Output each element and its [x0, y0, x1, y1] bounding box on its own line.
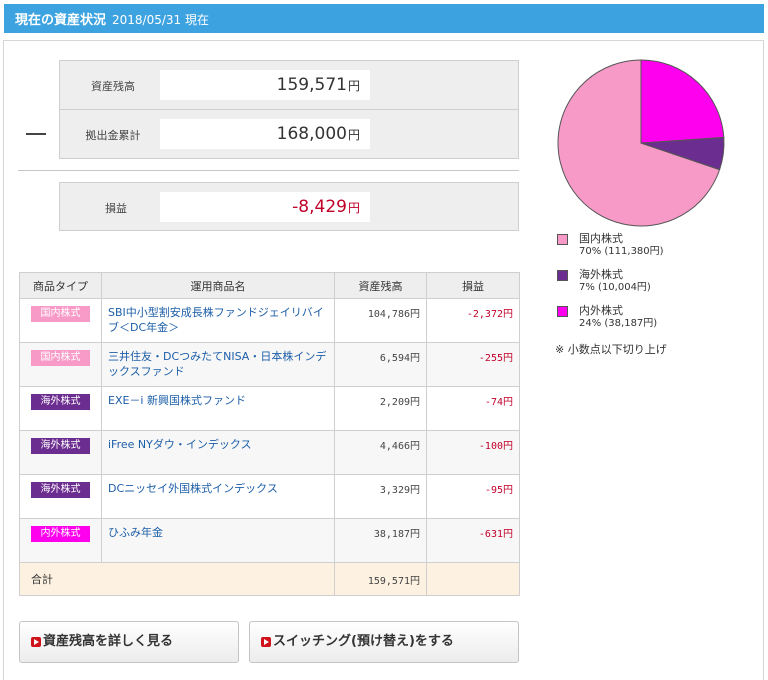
contribution-label: 拠出金累計 — [85, 129, 141, 142]
total-label: 合計 — [19, 562, 335, 596]
minus-sign — [26, 133, 46, 135]
table-row: 海外株式 EXE－i 新興国株式ファンド 2,209円 -74円 — [19, 386, 520, 431]
pl-cell: -631円 — [426, 518, 520, 563]
legend-label: 海外株式 — [579, 268, 623, 281]
col-header-pl: 損益 — [426, 272, 520, 299]
asset-balance-value: 159,571円 — [160, 70, 370, 100]
fund-link[interactable]: DCニッセイ外国株式インデックス — [108, 482, 278, 495]
pl-cell: -255円 — [426, 342, 520, 387]
table-row: 海外株式 iFree NYダウ・インデックス 4,466円 -100円 — [19, 430, 520, 475]
view-asset-details-button[interactable]: 資産残高を詳しく見る — [19, 621, 239, 663]
balance-cell: 38,187円 — [334, 518, 427, 563]
balance-cell: 6,594円 — [334, 342, 427, 387]
table-row: 国内株式 三井住友・DCつみたてNISA・日本株インデックスファンド 6,594… — [19, 342, 520, 387]
type-cell: 国内株式 — [19, 342, 102, 387]
type-badge: 海外株式 — [31, 482, 90, 498]
table-row: 内外株式 ひふみ年金 38,187円 -631円 — [19, 518, 520, 563]
play-arrow-icon — [261, 637, 271, 647]
table-header-row: 商品タイプ 運用商品名 資産残高 損益 — [19, 272, 520, 299]
table-row: 海外株式 DCニッセイ外国株式インデックス 3,329円 -95円 — [19, 474, 520, 519]
fund-link[interactable]: SBI中小型割安成長株ファンドジェイリバイブ＜DC年金＞ — [108, 306, 324, 334]
type-cell: 内外株式 — [19, 518, 102, 563]
section-header: 現在の資産状況 2018/05/31 現在 — [4, 4, 764, 33]
pl-label: 損益 — [105, 202, 127, 215]
fund-link[interactable]: 三井住友・DCつみたてNISA・日本株インデックスファンド — [108, 350, 326, 378]
legend-detail: 7% (10,004円) — [579, 282, 651, 293]
legend-swatch — [557, 270, 568, 281]
total-balance: 159,571円 — [334, 562, 427, 596]
name-cell: DCニッセイ外国株式インデックス — [101, 474, 335, 519]
table-total-row: 合計 159,571円 — [19, 562, 520, 596]
type-badge: 海外株式 — [31, 438, 90, 454]
section-title: 現在の資産状況 — [15, 13, 107, 28]
name-cell: EXE－i 新興国株式ファンド — [101, 386, 335, 431]
pl-cell: -95円 — [426, 474, 520, 519]
type-badge: 国内株式 — [31, 350, 90, 366]
total-pl — [426, 562, 520, 596]
legend-detail: 24% (38,187円) — [579, 318, 658, 329]
name-cell: 三井住友・DCつみたてNISA・日本株インデックスファンド — [101, 342, 335, 387]
balance-cell: 2,209円 — [334, 386, 427, 431]
name-cell: SBI中小型割安成長株ファンドジェイリバイブ＜DC年金＞ — [101, 298, 335, 343]
col-header-balance: 資産残高 — [334, 272, 427, 299]
table-row: 国内株式 SBI中小型割安成長株ファンドジェイリバイブ＜DC年金＞ 104,78… — [19, 298, 520, 343]
fund-link[interactable]: ひふみ年金 — [108, 526, 163, 539]
switching-button[interactable]: スイッチング(預け替え)をする — [249, 621, 519, 663]
contribution-value: 168,000円 — [160, 119, 370, 149]
legend-detail: 70% (111,380円) — [579, 246, 664, 257]
summary-divider — [60, 109, 518, 110]
switching-label: スイッチング(預け替え)をする — [273, 634, 454, 649]
asset-balance-label: 資産残高 — [91, 80, 135, 93]
pl-value: -8,429円 — [160, 192, 370, 222]
balance-cell: 3,329円 — [334, 474, 427, 519]
as-of-date: 2018/05/31 現在 — [112, 13, 209, 27]
pl-cell: -74円 — [426, 386, 520, 431]
type-cell: 海外株式 — [19, 474, 102, 519]
legend-label: 国内株式 — [579, 232, 623, 245]
legend-swatch — [557, 234, 568, 245]
type-cell: 海外株式 — [19, 430, 102, 475]
allocation-pie-chart — [557, 59, 725, 227]
pl-cell: -100円 — [426, 430, 520, 475]
fund-link[interactable]: iFree NYダウ・インデックス — [108, 438, 252, 451]
balance-cell: 104,786円 — [334, 298, 427, 343]
type-badge: 海外株式 — [31, 394, 90, 410]
name-cell: iFree NYダウ・インデックス — [101, 430, 335, 475]
type-cell: 海外株式 — [19, 386, 102, 431]
view-asset-details-label: 資産残高を詳しく見る — [43, 634, 174, 649]
play-arrow-icon — [31, 637, 41, 647]
legend-swatch — [557, 306, 568, 317]
fund-link[interactable]: EXE－i 新興国株式ファンド — [108, 394, 246, 407]
col-header-name: 運用商品名 — [101, 272, 335, 299]
name-cell: ひふみ年金 — [101, 518, 335, 563]
pl-cell: -2,372円 — [426, 298, 520, 343]
balance-cell: 4,466円 — [334, 430, 427, 475]
type-cell: 国内株式 — [19, 298, 102, 343]
pie-slice-3 — [640, 59, 725, 144]
type-badge: 内外株式 — [31, 526, 90, 542]
type-badge: 国内株式 — [31, 306, 90, 322]
legend-label: 内外株式 — [579, 304, 623, 317]
rounding-note: ※ 小数点以下切り上げ — [555, 343, 667, 356]
fund-table: 商品タイプ 運用商品名 資産残高 損益 国内株式 SBI中小型割安成長株ファンド… — [19, 272, 520, 596]
col-header-type: 商品タイプ — [19, 272, 102, 299]
summary-separator — [18, 170, 519, 171]
